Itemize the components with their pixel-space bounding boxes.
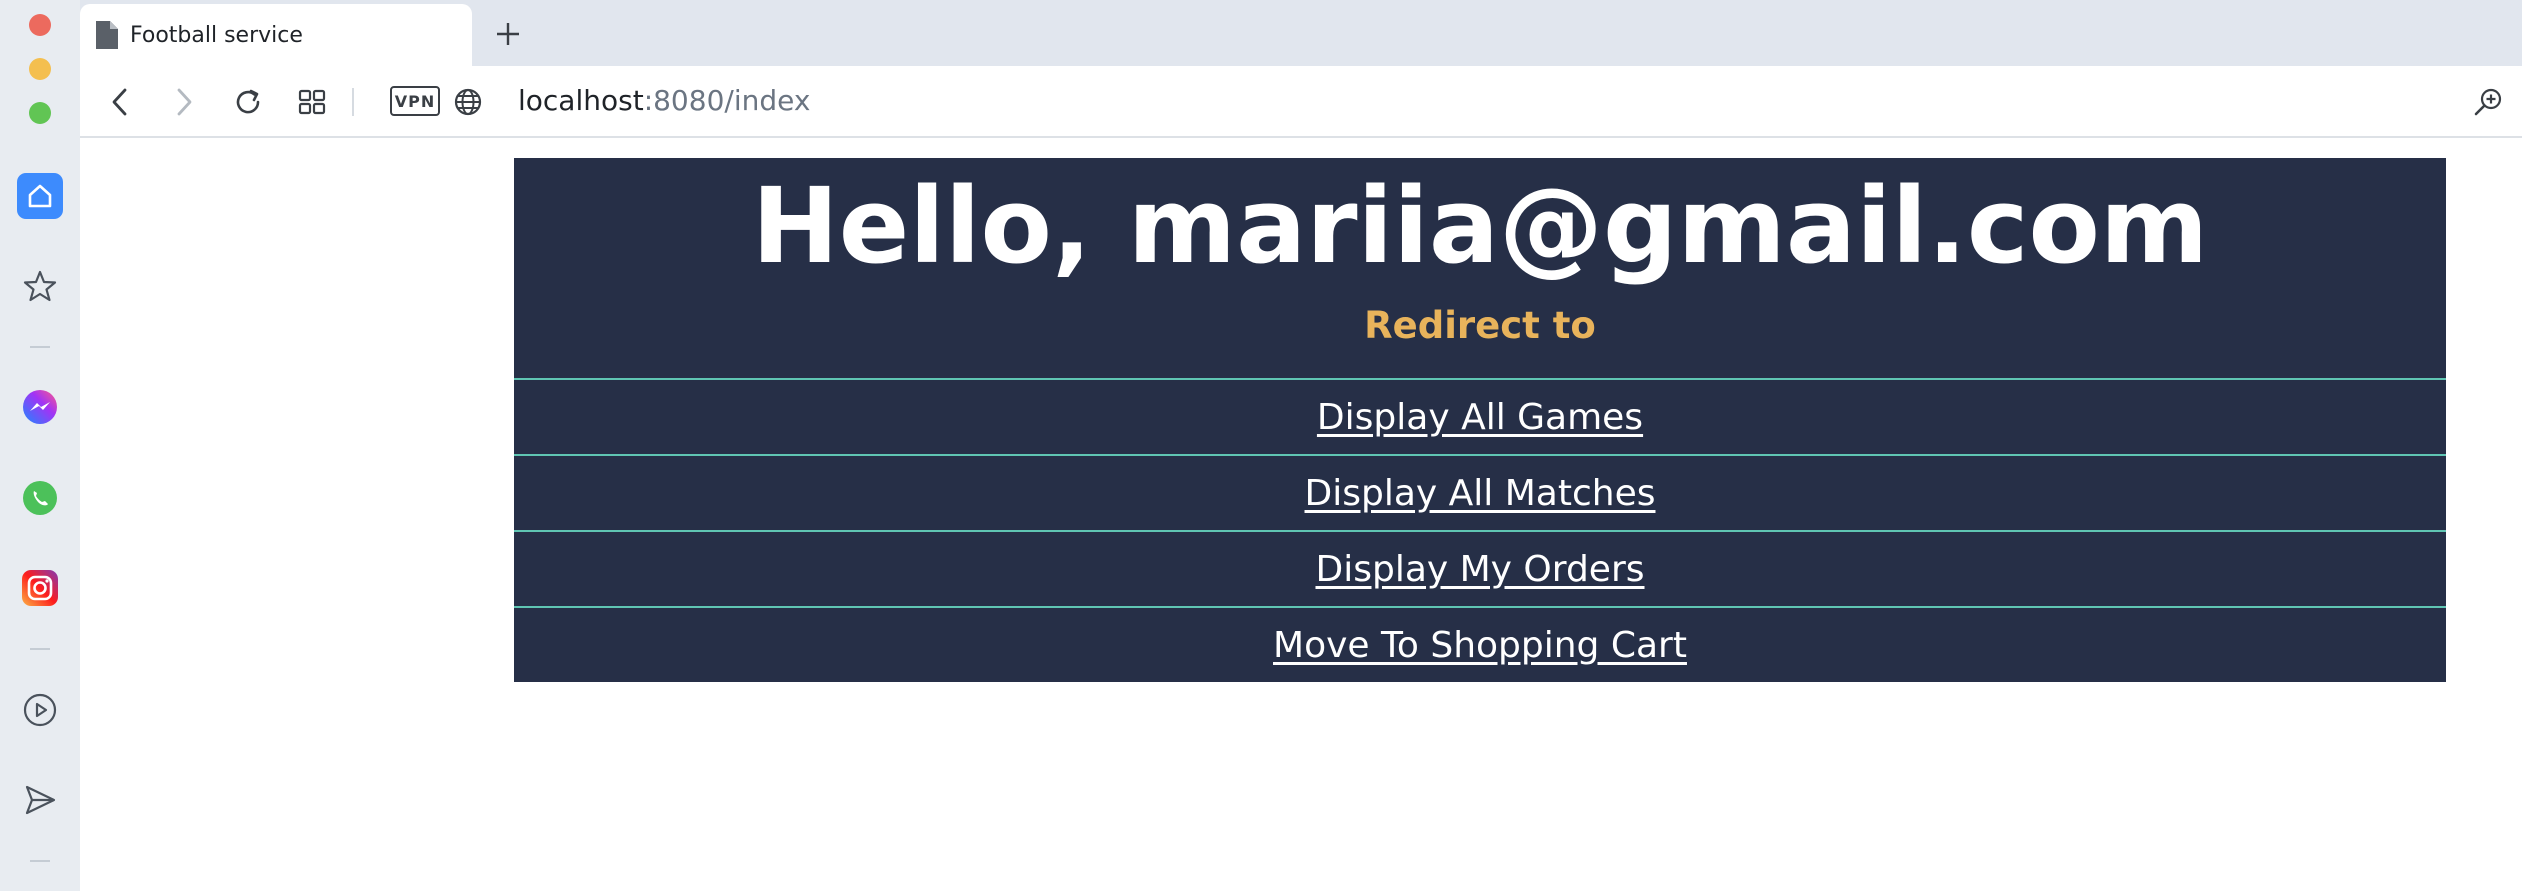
address-bar[interactable]: localhost:8080/index bbox=[518, 84, 810, 117]
browser-sidebar bbox=[0, 0, 80, 891]
reload-icon[interactable] bbox=[228, 82, 268, 122]
greeting-heading: Hello, mariia@gmail.com bbox=[751, 165, 2209, 287]
move-to-shopping-cart-link[interactable]: Move To Shopping Cart bbox=[1273, 625, 1687, 666]
document-icon bbox=[96, 21, 118, 49]
sidebar-divider bbox=[30, 648, 50, 650]
forward-icon[interactable] bbox=[164, 82, 204, 122]
player-icon[interactable] bbox=[16, 686, 64, 734]
vpn-badge[interactable]: VPN bbox=[390, 86, 440, 116]
display-all-games-link[interactable]: Display All Games bbox=[1317, 397, 1643, 438]
maximize-window-button[interactable] bbox=[29, 102, 51, 124]
instagram-icon[interactable] bbox=[16, 564, 64, 612]
home-icon[interactable] bbox=[16, 172, 64, 220]
minimize-window-button[interactable] bbox=[29, 58, 51, 80]
send-icon[interactable] bbox=[16, 776, 64, 824]
list-item: Move To Shopping Cart bbox=[514, 606, 2446, 682]
whatsapp-icon[interactable] bbox=[16, 474, 64, 522]
browser-tab[interactable]: Football service bbox=[80, 4, 472, 66]
tabs-grid-icon[interactable] bbox=[292, 82, 332, 122]
display-my-orders-link[interactable]: Display My Orders bbox=[1315, 549, 1644, 590]
globe-icon[interactable] bbox=[448, 82, 488, 122]
redirect-heading: Redirect to bbox=[1364, 304, 1596, 347]
sidebar-divider bbox=[30, 860, 50, 862]
redirect-links-list: Display All Games Display All Matches Di… bbox=[514, 378, 2446, 682]
url-path: :8080/index bbox=[643, 84, 811, 117]
url-host: localhost bbox=[518, 84, 644, 117]
list-item: Display All Games bbox=[514, 378, 2446, 454]
tab-title: Football service bbox=[130, 22, 303, 48]
new-tab-icon[interactable] bbox=[488, 14, 528, 54]
close-window-button[interactable] bbox=[29, 14, 51, 36]
list-item: Display My Orders bbox=[514, 530, 2446, 606]
browser-toolbar: VPN localhost:8080/index bbox=[80, 66, 2522, 138]
star-icon[interactable] bbox=[16, 262, 64, 310]
toolbar-divider bbox=[352, 88, 354, 116]
messenger-icon[interactable] bbox=[16, 384, 64, 432]
back-icon[interactable] bbox=[100, 82, 140, 122]
list-item: Display All Matches bbox=[514, 454, 2446, 530]
display-all-matches-link[interactable]: Display All Matches bbox=[1305, 473, 1656, 514]
sidebar-divider bbox=[30, 346, 50, 348]
tab-bar: Football service bbox=[80, 0, 2522, 66]
zoom-icon[interactable] bbox=[2468, 82, 2508, 122]
main-card: Hello, mariia@gmail.com Redirect to Disp… bbox=[514, 158, 2446, 682]
